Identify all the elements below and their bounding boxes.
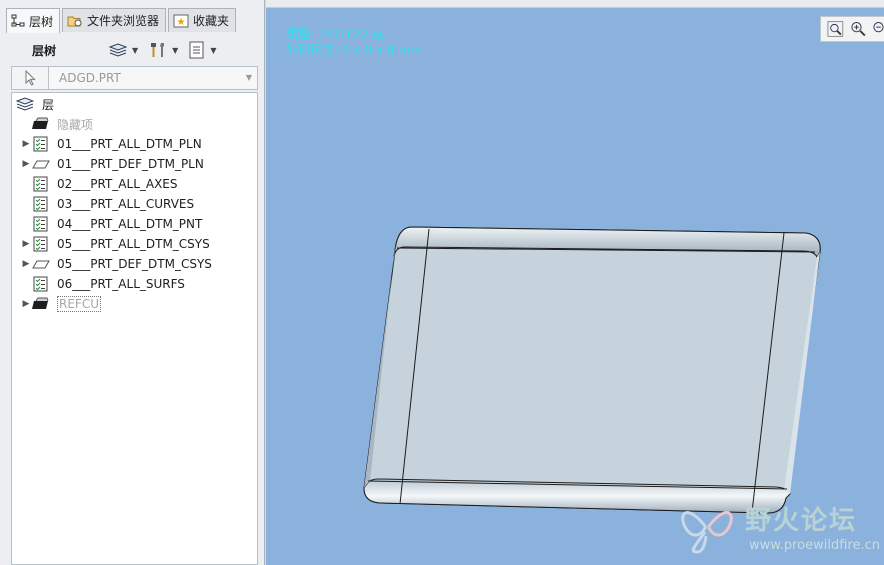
forum-watermark: 野火论坛 www.proewildfire.cn — [671, 494, 884, 558]
tree-item[interactable]: 隐藏项 — [20, 114, 93, 134]
tree-item-label: 03___PRT_ALL_CURVES — [57, 197, 195, 211]
layer-checklist-icon — [32, 236, 50, 252]
expand-arrow-icon[interactable]: ▶ — [20, 159, 32, 169]
watermark-name: 野火论坛 — [745, 506, 858, 536]
layers-menu-button[interactable]: ▼ — [108, 42, 138, 58]
model-combo-value: ADGD.PRT — [59, 71, 121, 85]
chevron-down-icon: ▼ — [132, 45, 139, 55]
tree-item[interactable]: ▶ REFCU — [20, 294, 101, 314]
datum-plane-icon — [32, 156, 50, 172]
folder-browser-icon — [67, 16, 82, 26]
hidden-layer-icon — [32, 296, 50, 312]
layers-icon — [108, 43, 128, 57]
graphics-window[interactable]: 质量: 237.120 克 外形尺寸: 0 x 0 x 0 mm 野火论坛 ww… — [266, 0, 884, 565]
butterfly-logo-icon — [681, 511, 733, 554]
tree-item[interactable]: 03___PRT_ALL_CURVES — [20, 194, 194, 214]
expand-arrow-icon[interactable]: ▶ — [20, 139, 32, 149]
chevron-down-icon: ▼ — [172, 45, 179, 55]
tree-item[interactable]: ▶ 01___PRT_ALL_DTM_PLN — [20, 134, 202, 154]
tree-item-label: 05___PRT_DEF_DTM_CSYS — [57, 257, 212, 271]
expand-arrow-icon[interactable]: ▶ — [20, 299, 32, 309]
layer-checklist-icon — [32, 136, 50, 152]
model-selector: ADGD.PRT ▼ — [11, 66, 258, 90]
tree-item[interactable]: ▶ 05___PRT_DEF_DTM_CSYS — [20, 254, 212, 274]
tree-item-label: 01___PRT_DEF_DTM_PLN — [57, 157, 204, 171]
tree-item-label: 06___PRT_ALL_SURFS — [57, 277, 185, 291]
tab-label: 收藏夹 — [193, 14, 230, 28]
datum-plane-icon — [32, 256, 50, 272]
layer-checklist-icon — [32, 176, 50, 192]
tab-label: 文件夹浏览器 — [87, 14, 160, 28]
tab-label: 层树 — [29, 14, 54, 29]
model-combo[interactable]: ADGD.PRT ▼ — [49, 66, 258, 90]
tab-layer-tree[interactable]: 层树 — [6, 8, 61, 33]
layer-checklist-icon — [32, 276, 50, 292]
panel-tabs: 层树 文件夹浏览器 收藏夹 — [6, 8, 238, 33]
layer-panel: 层树 文件夹浏览器 收藏夹 层树 ▼ ▼ ▼ ADGD.PRT ▼ 层 隐藏项 … — [0, 0, 265, 565]
tree-item-label: 隐藏项 — [57, 117, 94, 132]
tree-item-label: 04___PRT_ALL_DTM_PNT — [57, 217, 203, 231]
watermark-url: www.proewildfire.cn — [749, 538, 880, 553]
select-arrow-button[interactable] — [11, 66, 49, 90]
tab-folder-browser[interactable]: 文件夹浏览器 — [62, 8, 167, 32]
tree-item-label: 05___PRT_ALL_DTM_CSYS — [57, 237, 210, 251]
chevron-down-icon: ▼ — [245, 73, 252, 82]
layer-toolbar: 层树 ▼ ▼ ▼ — [6, 36, 258, 64]
tab-favorites[interactable]: 收藏夹 — [168, 8, 237, 32]
part-model[interactable] — [266, 0, 884, 565]
layer-tree: 层 隐藏项 ▶ 01___PRT_ALL_DTM_PLN ▶ 01___PRT_DEF_… — [11, 92, 258, 565]
tree-root-label: 层 — [42, 97, 55, 112]
tree-root[interactable]: 层 — [16, 94, 54, 114]
expand-arrow-icon[interactable]: ▶ — [20, 259, 32, 269]
layer-checklist-icon — [32, 216, 50, 232]
layers-icon — [16, 96, 34, 112]
chevron-down-icon: ▼ — [210, 45, 217, 55]
tree-item-label: REFCU — [57, 296, 101, 312]
list-settings-icon — [189, 41, 204, 59]
tree-item[interactable]: 02___PRT_ALL_AXES — [20, 174, 178, 194]
layer-checklist-icon — [32, 196, 50, 212]
cursor-arrow-icon — [25, 70, 36, 86]
layer-tree-icon — [11, 14, 25, 27]
toolbar-title: 层树 — [32, 43, 57, 58]
part-outline — [363, 226, 821, 514]
hidden-layer-icon — [32, 116, 50, 132]
tree-item[interactable]: 04___PRT_ALL_DTM_PNT — [20, 214, 202, 234]
favorites-icon — [173, 14, 189, 27]
expand-arrow-icon[interactable]: ▶ — [20, 239, 32, 249]
show-menu-button[interactable]: ▼ — [188, 41, 216, 59]
tools-icon — [151, 43, 165, 57]
tree-item[interactable]: ▶ 05___PRT_ALL_DTM_CSYS — [20, 234, 210, 254]
tree-item[interactable]: ▶ 01___PRT_DEF_DTM_PLN — [20, 154, 204, 174]
tree-item-label: 01___PRT_ALL_DTM_PLN — [57, 137, 202, 151]
tools-menu-button[interactable]: ▼ — [148, 41, 178, 59]
tree-item-label: 02___PRT_ALL_AXES — [57, 177, 178, 191]
tree-item[interactable]: 06___PRT_ALL_SURFS — [20, 274, 185, 294]
